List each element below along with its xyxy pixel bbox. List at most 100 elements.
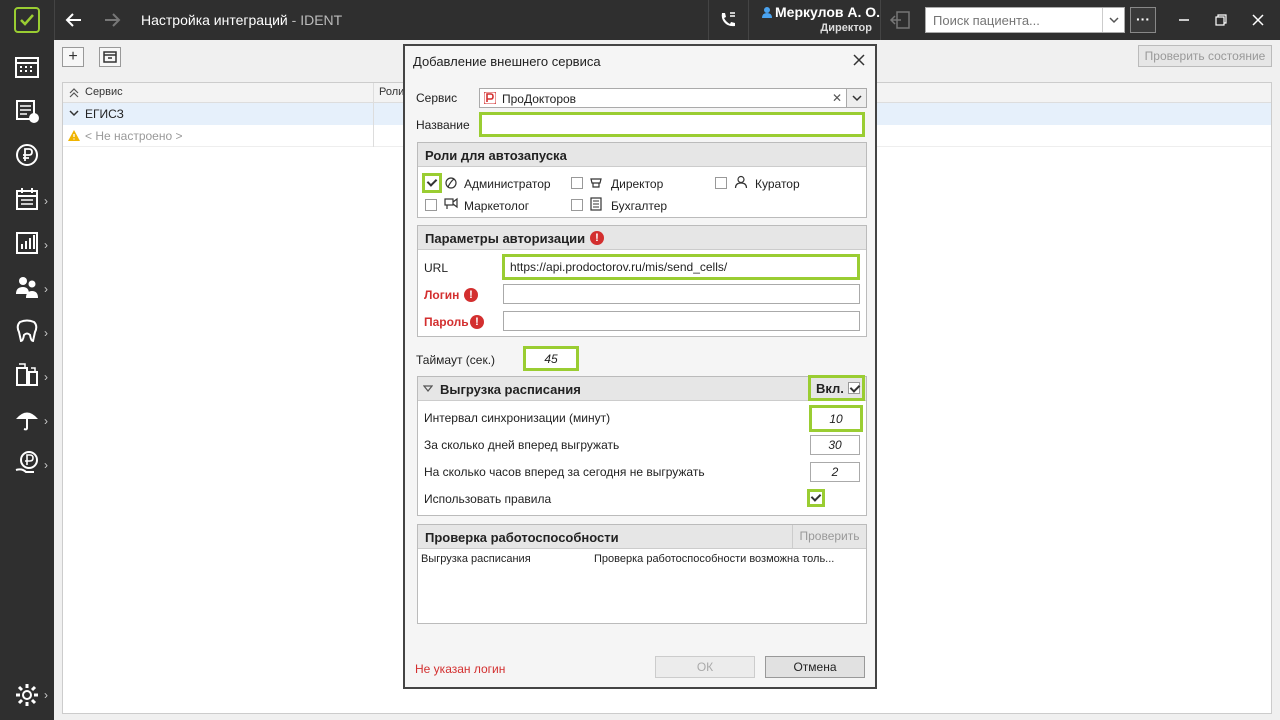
use-rules-checkbox[interactable] <box>807 489 825 507</box>
password-input[interactable] <box>504 312 859 330</box>
checkbox-checked <box>426 177 438 189</box>
schedule-icon[interactable] <box>14 54 40 80</box>
interval-field[interactable] <box>809 405 863 432</box>
name-input[interactable] <box>482 115 862 134</box>
check-button[interactable]: Проверить <box>792 525 866 548</box>
days-ahead-field[interactable] <box>810 435 860 455</box>
schedule-header: Выгрузка расписания <box>440 382 581 397</box>
user-icon <box>762 5 772 18</box>
archive-button[interactable] <box>99 47 121 67</box>
hours-ahead-field[interactable] <box>810 462 860 482</box>
restore-icon[interactable] <box>1211 10 1231 30</box>
auth-header: Параметры авторизации <box>425 231 586 246</box>
archive-icon <box>103 51 117 63</box>
name-field[interactable] <box>479 112 865 137</box>
days-ahead-input[interactable] <box>811 436 859 454</box>
sidebar: › › › › › › › › <box>0 40 54 720</box>
error-icon: ! <box>464 288 478 302</box>
dialog-title-bar: Добавление внешнего сервиса <box>405 46 875 76</box>
tasks-icon[interactable] <box>14 98 40 124</box>
group-header: Проверка работоспособности Проверить <box>418 525 866 549</box>
service-label: Сервис <box>416 91 458 105</box>
cancel-button[interactable]: Отмена <box>765 656 865 678</box>
group-header: Параметры авторизации ! <box>418 226 866 250</box>
role-checkbox-marketer[interactable] <box>425 199 437 211</box>
autostart-roles-group: Роли для автозапуска Администратор Дирек… <box>417 142 867 218</box>
close-icon[interactable] <box>851 52 867 68</box>
dialog-title: Добавление внешнего сервиса <box>413 54 601 69</box>
role-checkbox-curator[interactable] <box>715 177 727 189</box>
forward-arrow-icon[interactable] <box>101 9 123 31</box>
interval-label: Интервал синхронизации (минут) <box>424 411 611 425</box>
window-title-app: - IDENT <box>287 12 343 28</box>
chevron-down-icon <box>852 95 862 102</box>
settings-gear-icon[interactable] <box>14 682 40 708</box>
name-label: Название <box>416 118 470 132</box>
calendar-icon[interactable] <box>14 186 40 212</box>
hours-ahead-label: На сколько часов вперед за сегодня не вы… <box>424 465 705 479</box>
login-label: Логин <box>424 288 460 302</box>
service-dropdown-button[interactable] <box>846 89 866 107</box>
url-input[interactable] <box>505 257 857 277</box>
timeout-field[interactable] <box>523 346 579 371</box>
window-title: Настройка интеграций - IDENT <box>141 12 342 28</box>
phone-icon[interactable] <box>718 10 738 30</box>
more-menu-button[interactable]: ··· <box>1130 7 1156 33</box>
schedule-export-group: Выгрузка расписания Вкл. Интервал синхро… <box>417 375 867 516</box>
patient-search[interactable] <box>925 7 1125 33</box>
role-checkbox-director[interactable] <box>571 177 583 189</box>
checkbox-checked <box>810 492 822 504</box>
hours-ahead-input[interactable] <box>811 463 859 481</box>
use-rules-label: Использовать правила <box>424 492 552 506</box>
health-header: Проверка работоспособности <box>425 530 619 545</box>
password-field[interactable] <box>503 311 860 331</box>
role-checkbox-accountant[interactable] <box>571 199 583 211</box>
add-button[interactable]: + <box>62 47 84 67</box>
divider <box>708 0 709 40</box>
days-ahead-label: За сколько дней вперед выгружать <box>424 438 620 452</box>
minimize-icon[interactable] <box>1174 10 1194 30</box>
service-select-value: ПроДокторов <box>502 92 577 106</box>
validation-error: Не указан логин <box>415 662 506 676</box>
timeout-input[interactable] <box>526 349 576 368</box>
finance-icon[interactable] <box>14 450 40 476</box>
chevron-down-icon[interactable] <box>69 110 79 118</box>
close-window-icon[interactable] <box>1248 10 1268 30</box>
user-name-text: Меркулов А. О. <box>775 4 881 20</box>
chevron-down-icon[interactable] <box>423 385 433 393</box>
login-field[interactable] <box>503 284 860 304</box>
column-header-service[interactable]: Сервис <box>85 86 123 98</box>
role-checkbox-admin[interactable] <box>422 173 442 193</box>
health-check-group: Проверка работоспособности Проверить Выг… <box>417 524 867 624</box>
schedule-enabled-toggle[interactable]: Вкл. <box>808 375 865 401</box>
back-arrow-icon[interactable] <box>63 9 85 31</box>
staff-icon[interactable] <box>14 274 40 300</box>
login-input[interactable] <box>504 285 859 303</box>
role-label-director: Директор <box>611 177 664 191</box>
service-select[interactable]: ПроДокторов ✕ <box>479 88 867 108</box>
exit-icon[interactable] <box>889 10 911 30</box>
tooth-icon[interactable] <box>14 318 40 344</box>
collapse-all-icon[interactable] <box>69 88 79 98</box>
app-logo-icon[interactable] <box>14 7 40 33</box>
reports-icon[interactable] <box>14 230 40 256</box>
user-name[interactable]: Меркулов А. О. <box>762 4 880 20</box>
url-field[interactable] <box>502 254 860 280</box>
column-divider <box>373 83 374 147</box>
group-header[interactable]: Выгрузка расписания Вкл. <box>418 375 866 401</box>
chevron-right-icon: › <box>44 282 48 296</box>
check-state-button[interactable]: Проверить состояние <box>1138 45 1272 67</box>
interval-input[interactable] <box>812 408 860 429</box>
row-status-text: < Не настроено > <box>85 129 183 143</box>
ok-button[interactable]: ОК <box>655 656 755 678</box>
patient-search-input[interactable] <box>926 8 1096 32</box>
column-header-roles[interactable]: Роли <box>379 86 404 98</box>
director-icon <box>590 178 602 188</box>
search-dropdown-button[interactable] <box>1102 8 1124 32</box>
clear-selection-icon[interactable]: ✕ <box>832 91 842 105</box>
divider <box>880 0 881 40</box>
payments-icon[interactable] <box>14 142 40 168</box>
inventory-icon[interactable] <box>14 362 40 388</box>
insurance-umbrella-icon[interactable] <box>14 406 40 432</box>
prodoctorov-logo-icon <box>484 92 496 104</box>
